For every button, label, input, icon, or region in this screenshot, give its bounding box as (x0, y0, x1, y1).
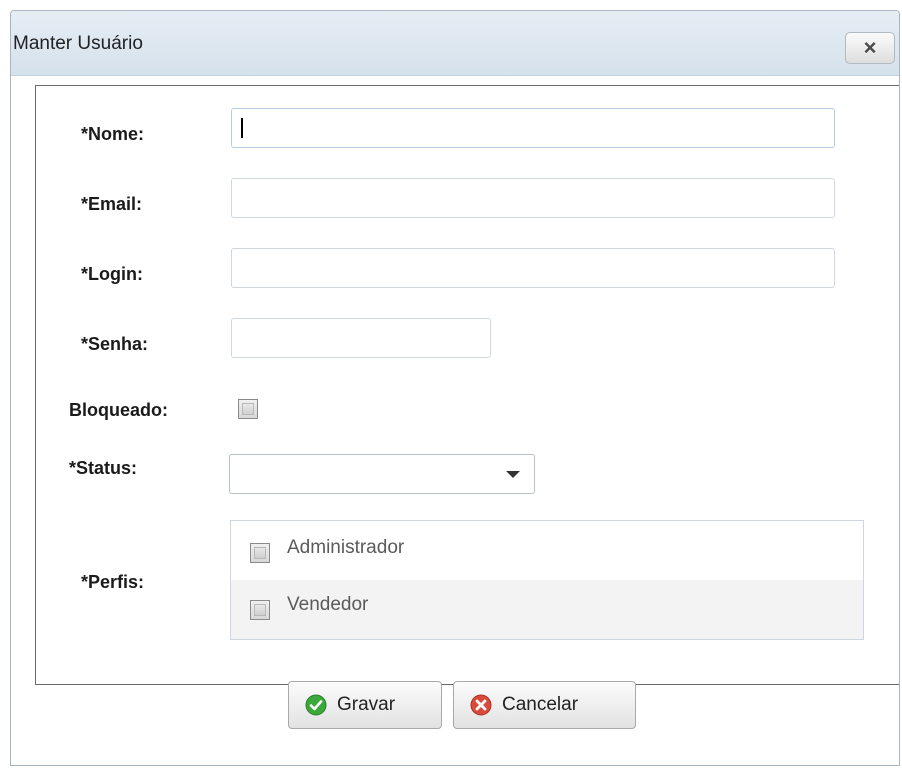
dialog-title: Manter Usuário (13, 33, 143, 54)
email-input[interactable] (231, 178, 835, 218)
perfil-administrador-label[interactable]: Administrador (287, 537, 404, 559)
perfil-vendedor-label[interactable]: Vendedor (287, 594, 368, 616)
check-icon (305, 694, 327, 716)
senha-label: *Senha: (81, 334, 149, 354)
perfil-administrador-checkbox[interactable] (250, 543, 270, 563)
dialog-titlebar[interactable]: Manter Usuário × (11, 11, 899, 76)
senha-input[interactable] (231, 318, 491, 358)
status-select[interactable] (229, 454, 535, 494)
perfis-label: *Perfis: (81, 572, 145, 592)
save-button-label: Gravar (337, 694, 396, 715)
nome-label: *Nome: (81, 124, 145, 144)
bloqueado-label: Bloqueado: (69, 400, 168, 420)
login-label: *Login: (81, 264, 143, 284)
save-button[interactable]: Gravar (288, 681, 442, 729)
close-icon: × (863, 35, 877, 60)
nome-input[interactable] (231, 108, 835, 148)
perfis-list: Administrador Vendedor (230, 520, 864, 640)
cancel-icon (470, 694, 492, 716)
login-input[interactable] (231, 248, 835, 288)
user-form-panel: *Nome: *Email: *Login: *Senha: Bloqueado… (35, 85, 899, 685)
list-item[interactable]: Vendedor (231, 580, 863, 639)
email-label: *Email: (81, 194, 143, 214)
manter-usuario-dialog: Manter Usuário × *Nome: *Email: *Login: … (10, 10, 900, 766)
close-button[interactable]: × (845, 32, 895, 64)
cancel-button[interactable]: Cancelar (453, 681, 636, 729)
status-label: *Status: (69, 458, 138, 478)
bloqueado-checkbox[interactable] (238, 399, 258, 419)
chevron-down-icon[interactable] (506, 471, 520, 478)
text-caret (241, 118, 243, 138)
list-item[interactable]: Administrador (231, 521, 863, 580)
cancel-button-label: Cancelar (502, 694, 579, 715)
perfil-vendedor-checkbox[interactable] (250, 600, 270, 620)
